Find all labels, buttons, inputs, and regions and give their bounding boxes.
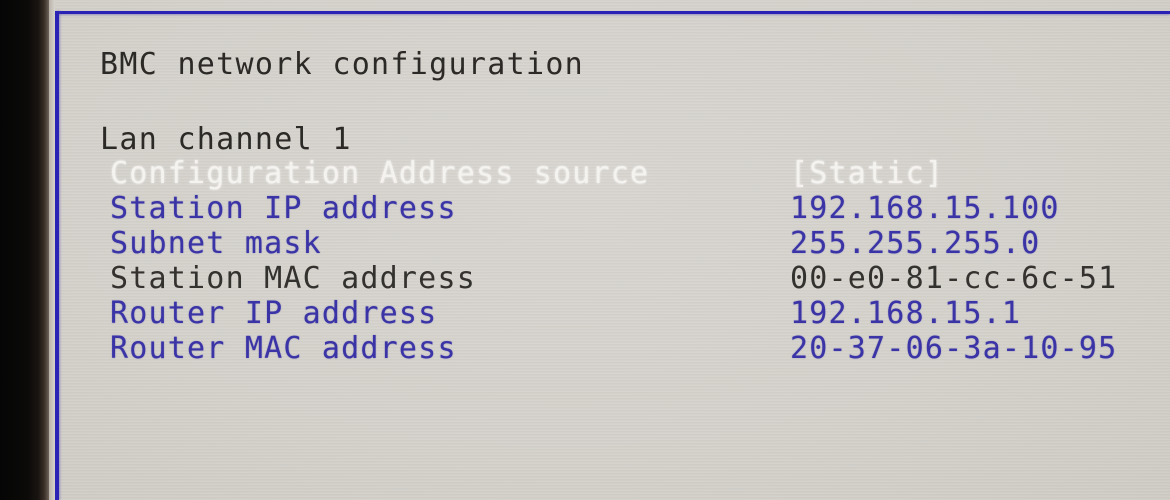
setting-label: Configuration Address source [110, 156, 650, 191]
page-title: BMC network configuration [100, 47, 585, 82]
monitor-bezel [0, 0, 49, 500]
bios-setup-screenshot: BMC network configuration Lan channel 1 … [0, 0, 1170, 500]
settings-row[interactable]: Router IP address 192.168.15.1 [59, 296, 1170, 331]
setting-value: 00-e0-81-cc-6c-51 [790, 261, 1118, 296]
dialog-frame-top-border [55, 11, 1170, 14]
settings-list: Configuration Address source [Static] Stat… [59, 156, 1170, 366]
setting-label: Station IP address [110, 191, 457, 226]
dialog-frame-left-border [55, 11, 59, 500]
setting-value[interactable]: 255.255.255.0 [790, 226, 1040, 261]
setting-value[interactable]: 20-37-06-3a-10-95 [790, 331, 1117, 366]
setting-value[interactable]: 192.168.15.100 [790, 191, 1060, 226]
setting-label: Subnet mask [110, 226, 322, 261]
settings-row[interactable]: Configuration Address source [Static] [59, 156, 1170, 191]
setting-value[interactable]: 192.168.15.1 [790, 296, 1021, 331]
settings-row: Station MAC address 00-e0-81-cc-6c-51 [59, 261, 1170, 296]
bmc-network-configuration-panel: BMC network configuration Lan channel 1 … [59, 14, 1170, 500]
setting-label: Station MAC address [110, 261, 476, 296]
lan-channel-section-label: Lan channel 1 [100, 122, 352, 157]
setting-label: Router IP address [110, 296, 438, 331]
settings-row[interactable]: Station IP address 192.168.15.100 [59, 191, 1170, 226]
setting-label: Router MAC address [110, 331, 457, 366]
settings-row[interactable]: Router MAC address 20-37-06-3a-10-95 [59, 331, 1170, 366]
settings-row[interactable]: Subnet mask 255.255.255.0 [59, 226, 1170, 261]
setting-value[interactable]: [Static] [790, 156, 944, 191]
monitor-bezel-highlight [49, 0, 55, 500]
